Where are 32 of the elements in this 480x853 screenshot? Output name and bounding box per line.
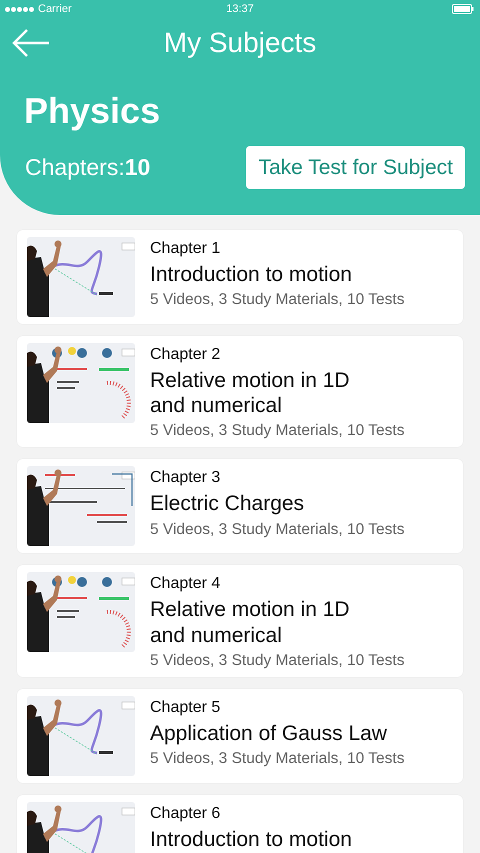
signal-icon	[5, 6, 34, 12]
chapter-contents: 5 Videos, 3 Study Materials, 10 Tests	[150, 422, 404, 440]
chapter-title: Relative motion in 1D and numerical	[150, 597, 351, 648]
chapter-title: Electric Charges	[150, 491, 306, 517]
chapter-number: Chapter 4	[150, 575, 222, 594]
page-title: My Subjects	[164, 27, 316, 59]
chapter-number: Chapter 6	[150, 804, 222, 823]
subject-name: Physics	[24, 90, 162, 132]
back-arrow-icon[interactable]	[12, 28, 50, 58]
chapter-contents: 5 Videos, 3 Study Materials, 10 Tests	[150, 520, 404, 539]
chapter-number: Chapter 3	[150, 469, 222, 488]
chapter-title: Relative motion in 1D and numerical	[150, 368, 351, 418]
chapter-card[interactable]: Chapter 2 Relative motion in 1D and numerical 5 Videos, 3 Study Materials, 10 Tests	[17, 336, 463, 448]
chapters-count: Chapters:10	[25, 154, 150, 181]
chapter-card[interactable]: Chapter 5 Application of Gauss Law 5 Videos, 3 Study Materials, 10 Tests	[17, 688, 463, 783]
chapter-card[interactable]: Chapter 4 Relative motion in 1D and numerical 5 Videos, 3 Study Materials, 10 Tests	[17, 565, 463, 677]
chapter-number: Chapter 2	[150, 346, 222, 364]
chapter-contents: 5 Videos, 3 Study Materials, 10 Tests	[150, 291, 404, 310]
chapter-title: Introduction to motion	[150, 262, 353, 288]
chapter-card[interactable]: Chapter 3 Electric Charges 5 Videos, 3 Study Materials, 10 Tests	[17, 459, 463, 554]
chapter-contents: 5 Videos, 3 Study Materials, 10 Tests	[150, 652, 404, 670]
carrier-name: Carrier	[38, 3, 72, 15]
status-time: 13:37	[226, 3, 254, 15]
battery-icon	[452, 4, 474, 14]
take-test-button[interactable]: Take Test for Subject	[246, 146, 465, 189]
chapter-card[interactable]: Chapter 1 Introduction to motion 5 Videos, 3 Study Materials, 10 Tests	[17, 230, 463, 324]
chapter-number: Chapter 5	[150, 698, 222, 717]
chapter-title: Introduction to motion	[150, 826, 352, 852]
chapter-card[interactable]: Chapter 6 Introduction to motion	[17, 794, 463, 853]
chapter-contents: 5 Videos, 3 Study Materials, 10 Tests	[150, 750, 404, 768]
chapter-number: Chapter 1	[150, 240, 222, 258]
chapter-title: Application of Gauss Law	[150, 720, 388, 746]
